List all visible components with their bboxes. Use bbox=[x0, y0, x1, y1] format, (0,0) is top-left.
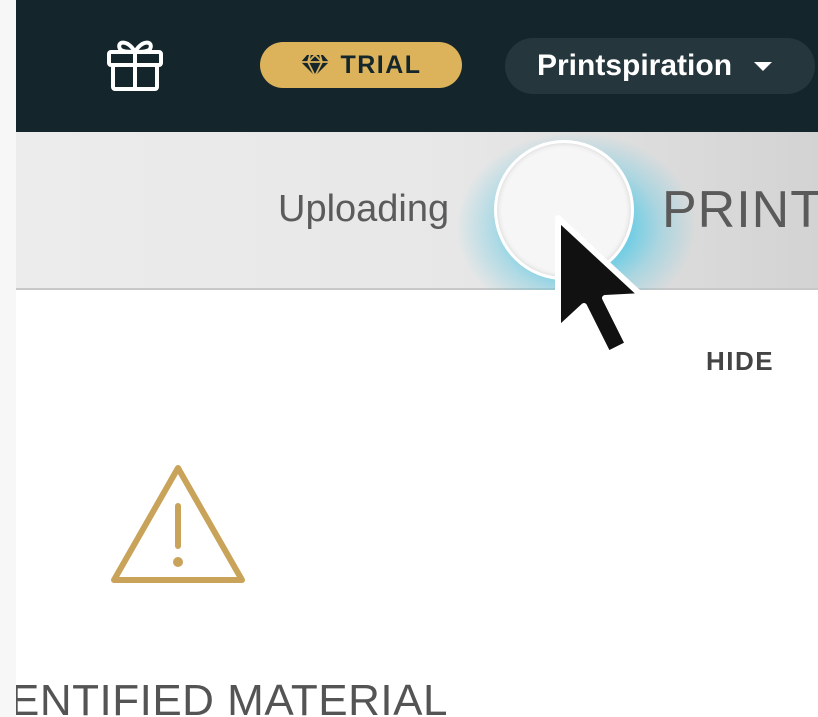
app-window: TRIAL Printspiration Uploading PRINT HID… bbox=[0, 0, 818, 717]
upload-print-toggle[interactable] bbox=[494, 140, 634, 280]
uploading-label: Uploading bbox=[278, 188, 450, 230]
trial-badge[interactable]: TRIAL bbox=[260, 42, 462, 88]
account-dropdown[interactable]: Printspiration bbox=[505, 38, 815, 94]
warning-panel: HIDE ENTIFIED MATERIAL bbox=[10, 290, 818, 717]
trial-label: TRIAL bbox=[340, 50, 422, 79]
top-nav-bar: TRIAL Printspiration bbox=[16, 0, 818, 132]
gift-button[interactable] bbox=[104, 36, 166, 92]
account-name: Printspiration bbox=[537, 49, 733, 82]
upload-print-toggle-bar: Uploading PRINT bbox=[16, 132, 818, 322]
section-title: ENTIFIED MATERIAL bbox=[10, 676, 448, 717]
window-edge bbox=[0, 0, 16, 717]
diamond-icon bbox=[301, 53, 330, 77]
hide-button[interactable]: HIDE bbox=[706, 346, 774, 377]
caret-down-icon bbox=[754, 61, 773, 71]
gift-icon bbox=[107, 40, 163, 91]
print-label: PRINT bbox=[662, 181, 818, 239]
warning-triangle-icon bbox=[111, 465, 245, 583]
